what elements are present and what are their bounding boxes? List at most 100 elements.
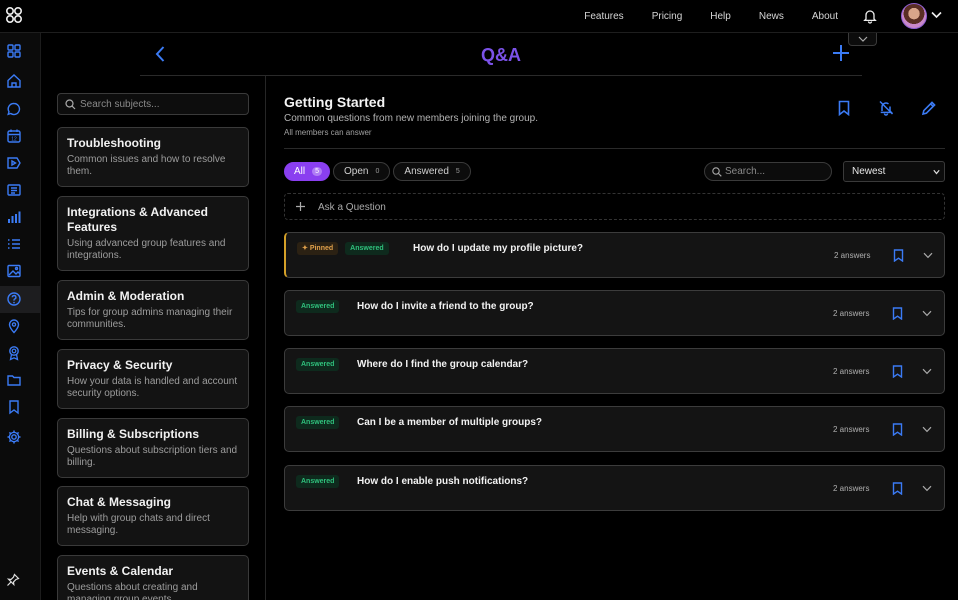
answered-badge: Answered: [296, 358, 340, 371]
sort-select[interactable]: Newest: [843, 161, 945, 182]
answer-count: 2 answers: [833, 309, 870, 318]
nav-link-about[interactable]: About: [812, 11, 838, 22]
nav-link-news[interactable]: News: [759, 11, 784, 22]
search-icon: [65, 99, 76, 110]
bookmark-icon[interactable]: [6, 399, 22, 415]
nav-link-features[interactable]: Features: [584, 11, 623, 22]
tab-label: All: [294, 166, 306, 177]
home-icon[interactable]: [6, 73, 22, 89]
subject-card[interactable]: Admin & Moderation Tips for group admins…: [57, 280, 249, 340]
tab-count: 5: [312, 167, 323, 176]
video-icon[interactable]: [6, 155, 22, 171]
folder-icon[interactable]: [6, 372, 22, 388]
answer-count: 2 answers: [833, 484, 870, 493]
subject-description: Common issues and how to resolve them.: [67, 154, 226, 177]
subject-title: Integrations & Advanced Features: [67, 205, 208, 234]
edit-icon[interactable]: [921, 100, 937, 116]
subject-description: Questions about creating and managing gr…: [67, 582, 198, 600]
question-search[interactable]: [704, 162, 832, 181]
page-title: Q&A: [481, 45, 521, 65]
badge-icon[interactable]: [6, 345, 22, 361]
divider: [284, 148, 945, 149]
question-title[interactable]: Can I be a member of multiple groups?: [357, 417, 542, 428]
subject-description: Using advanced group features and integr…: [67, 238, 226, 261]
chevron-down-icon[interactable]: [922, 485, 932, 492]
bell-icon[interactable]: [862, 8, 878, 24]
subject-card[interactable]: Chat & Messaging Help with group chats a…: [57, 486, 249, 546]
question-badges: Answered: [296, 416, 340, 429]
section-title: Getting Started: [284, 94, 386, 110]
question-row[interactable]: Answered How do I enable push notificati…: [284, 465, 945, 511]
bookmark-icon[interactable]: [892, 307, 903, 320]
top-nav: Features Pricing Help News About: [0, 0, 958, 33]
subject-title: Events & Calendar: [67, 564, 174, 578]
chevron-down-icon[interactable]: [922, 426, 932, 433]
question-row[interactable]: ✦ Pinned Answered How do I update my pro…: [284, 232, 945, 278]
question-row[interactable]: Answered Where do I find the group calen…: [284, 348, 945, 394]
bell-off-icon[interactable]: [878, 100, 894, 116]
top-nav-links: Features Pricing Help News About: [556, 0, 838, 33]
bookmark-icon[interactable]: [892, 423, 903, 436]
search-icon: [712, 167, 722, 177]
list-icon[interactable]: [6, 236, 22, 252]
question-title[interactable]: How do I invite a friend to the group?: [357, 301, 534, 312]
chevron-down-icon[interactable]: [922, 368, 932, 375]
subject-card[interactable]: Privacy & Security How your data is hand…: [57, 349, 249, 409]
tab-open[interactable]: Open 0: [333, 162, 391, 181]
question-badges: Answered: [296, 358, 340, 371]
question-row[interactable]: Answered How do I invite a friend to the…: [284, 290, 945, 336]
sidebar-rail: 12: [0, 33, 41, 600]
filter-tabs: All 5 Open 0 Answered 5: [284, 162, 471, 181]
subject-search-input[interactable]: [80, 96, 245, 112]
subject-title: Chat & Messaging: [67, 495, 172, 509]
location-icon[interactable]: [6, 318, 22, 334]
collapse-header-button[interactable]: [848, 33, 877, 46]
avatar[interactable]: [901, 3, 927, 29]
pin-icon[interactable]: [6, 573, 20, 587]
chevron-down-icon[interactable]: [931, 11, 942, 19]
bookmark-icon[interactable]: [892, 365, 903, 378]
help-icon[interactable]: [6, 291, 22, 307]
subject-title: Billing & Subscriptions: [67, 427, 200, 441]
bookmark-icon[interactable]: [893, 249, 904, 262]
subject-card[interactable]: Billing & Subscriptions Questions about …: [57, 418, 249, 478]
question-title[interactable]: How do I enable push notifications?: [357, 476, 528, 487]
tab-label: Answered: [404, 166, 449, 177]
answer-count: 2 answers: [833, 367, 870, 376]
chat-icon[interactable]: [6, 101, 22, 117]
app-logo-icon[interactable]: [5, 6, 23, 24]
question-row[interactable]: Answered Can I be a member of multiple g…: [284, 406, 945, 452]
gallery-icon[interactable]: [6, 263, 22, 279]
chevron-down-icon[interactable]: [922, 310, 932, 317]
ask-question-button[interactable]: Ask a Question: [284, 193, 945, 220]
subject-description: Help with group chats and direct messagi…: [67, 513, 210, 536]
subject-description: How your data is handled and account sec…: [67, 376, 238, 399]
subject-description: Tips for group admins managing their com…: [67, 307, 233, 330]
question-badges: Answered: [296, 300, 340, 313]
subject-title: Troubleshooting: [67, 136, 161, 150]
subject-card[interactable]: Events & Calendar Questions about creati…: [57, 555, 249, 600]
main-content: Getting Started Common questions from ne…: [266, 76, 958, 600]
nav-link-help[interactable]: Help: [710, 11, 731, 22]
subject-card[interactable]: Troubleshooting Common issues and how to…: [57, 127, 249, 187]
calendar-icon[interactable]: 12: [6, 128, 22, 144]
bookmark-icon[interactable]: [836, 100, 852, 116]
dashboard-icon[interactable]: [6, 43, 22, 59]
chevron-down-icon[interactable]: [923, 252, 933, 259]
add-icon[interactable]: [832, 44, 850, 62]
news-icon[interactable]: [6, 182, 22, 198]
tab-label: Open: [344, 166, 369, 177]
bookmark-icon[interactable]: [892, 482, 903, 495]
chart-icon[interactable]: [6, 209, 22, 225]
question-title[interactable]: Where do I find the group calendar?: [357, 359, 528, 370]
nav-link-pricing[interactable]: Pricing: [652, 11, 683, 22]
chevron-down-icon: [858, 36, 868, 42]
subject-search[interactable]: [57, 93, 249, 115]
question-title[interactable]: How do I update my profile picture?: [413, 243, 583, 254]
plus-icon: [296, 202, 305, 211]
tab-all[interactable]: All 5: [284, 162, 331, 181]
subject-card[interactable]: Integrations & Advanced Features Using a…: [57, 196, 249, 271]
tab-answered[interactable]: Answered 5: [393, 162, 471, 181]
settings-icon[interactable]: [6, 429, 22, 445]
question-search-input[interactable]: [725, 164, 825, 179]
